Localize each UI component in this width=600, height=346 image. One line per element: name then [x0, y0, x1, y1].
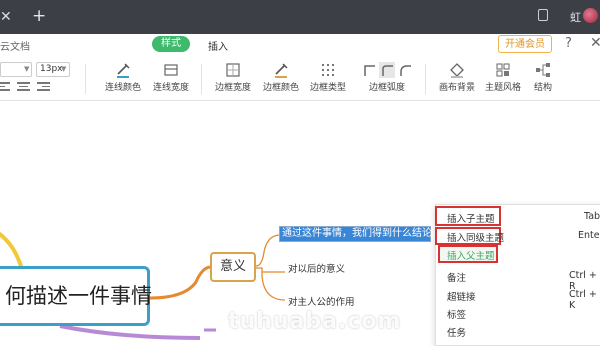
subtopic-line: [255, 234, 280, 267]
watermark: tuhuaba.com: [228, 309, 402, 334]
menu-item-tag[interactable]: 标签: [447, 307, 466, 321]
menu-item-insert-parent[interactable]: 插入父主题: [447, 248, 495, 262]
shortcut-label: Enter: [578, 230, 600, 241]
subtopic-line: [256, 267, 286, 301]
branch-line-yellow: [0, 231, 24, 271]
branch-topic[interactable]: 意义: [210, 252, 256, 282]
leaf-topic[interactable]: 对以后的意义: [288, 261, 345, 275]
menu-item-hyperlink[interactable]: 超链接: [447, 289, 476, 303]
leaf-topic[interactable]: 对主人公的作用: [288, 294, 355, 308]
selected-topic[interactable]: 通过这件事情，我们得到什么结论: [279, 226, 432, 242]
menu-item-insert-sibling[interactable]: 插入同级主题: [447, 230, 504, 244]
branch-line-purple: [59, 324, 201, 340]
menu-item-insert-child[interactable]: 插入子主题: [447, 211, 495, 225]
shortcut-label: Ctrl + K: [569, 289, 597, 311]
main-topic[interactable]: 何描述一件事情: [0, 266, 152, 326]
shortcut-label: Tab: [584, 211, 600, 222]
menu-item-note[interactable]: 备注: [447, 270, 466, 284]
menu-item-task[interactable]: 任务: [447, 325, 466, 339]
branch-line-orange: [149, 265, 211, 300]
